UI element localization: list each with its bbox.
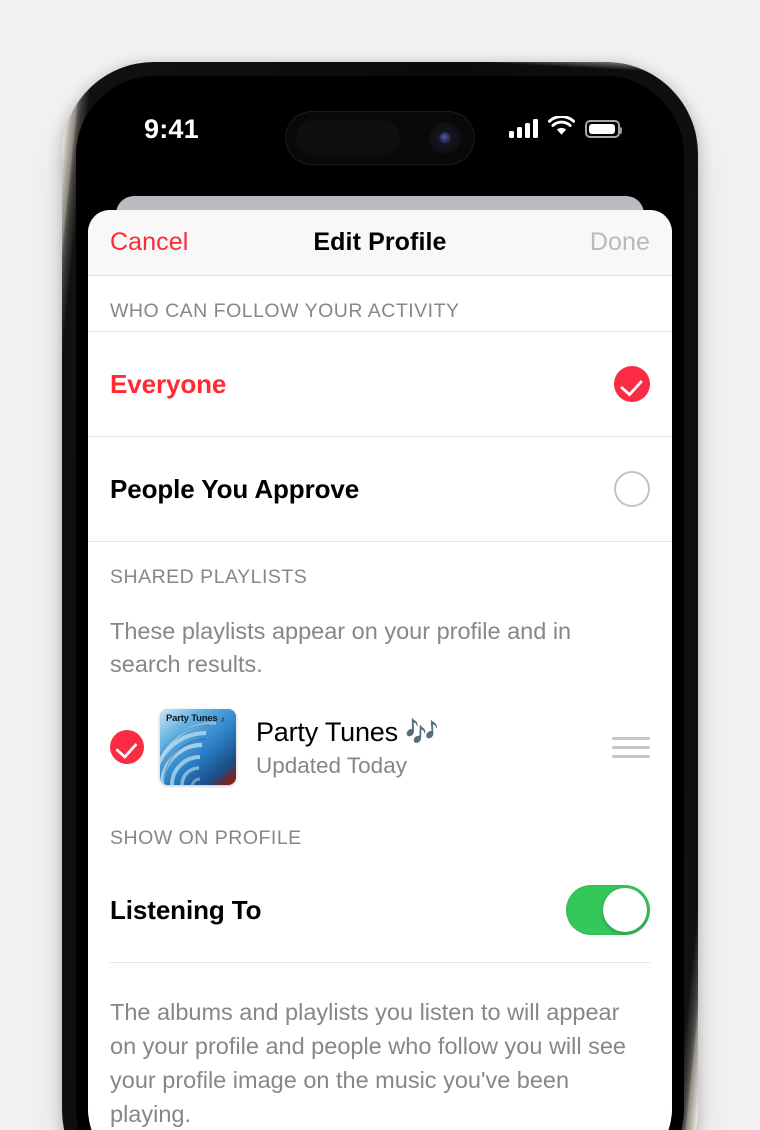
checkmark-icon-playlist-selected[interactable] [110,730,144,764]
device-screen: 9:41 Cancel Edit Profile Done WHO CAN FO… [88,88,672,1130]
radio-circle-icon-unselected[interactable] [614,471,650,507]
option-row-people-you-approve[interactable]: People You Approve [88,437,672,541]
status-bar-time: 9:41 [144,114,199,144]
option-row-everyone[interactable]: Everyone [88,332,672,436]
playlist-row[interactable]: Party Tunes ♪ Party Tunes 🎶 Updated Toda… [88,691,672,803]
dynamic-island [285,111,475,165]
option-label-people-you-approve: People You Approve [110,473,360,504]
toggle-knob [603,888,647,932]
section-header-follow-activity: WHO CAN FOLLOW YOUR ACTIVITY [110,300,460,322]
playlist-name: Party Tunes 🎶 [256,716,439,747]
wifi-icon [547,115,576,141]
listening-to-toggle[interactable] [566,885,650,935]
playlist-artwork-title: Party Tunes ♪ [166,713,225,724]
battery-icon [585,119,622,138]
edit-profile-sheet: Cancel Edit Profile Done WHO CAN FOLLOW … [88,210,672,1130]
screenshot-stage: 9:41 Cancel Edit Profile Done WHO CAN FO… [0,0,760,1130]
shared-playlists-description: These playlists appear on your profile a… [110,618,572,677]
cancel-button[interactable]: Cancel [110,228,188,257]
device-bezel: 9:41 Cancel Edit Profile Done WHO CAN FO… [76,76,684,1130]
reorder-handle-icon[interactable] [612,736,650,758]
done-button[interactable]: Done [590,228,650,257]
show-on-profile-footer: The albums and playlists you listen to w… [110,999,627,1127]
option-label-everyone: Everyone [110,368,227,399]
playlist-artwork: Party Tunes ♪ [160,709,236,785]
settings-list: WHO CAN FOLLOW YOUR ACTIVITY Everyone Pe… [88,276,672,1130]
checkmark-icon-selected[interactable] [614,366,650,402]
section-header-show-on-profile: SHOW ON PROFILE [110,827,302,849]
status-bar-indicators [509,115,622,141]
cellular-bars-icon [509,119,538,138]
row-listening-to[interactable]: Listening To [88,858,672,962]
label-listening-to: Listening To [110,894,262,925]
playlist-subtitle: Updated Today [256,752,407,778]
playlist-text-block: Party Tunes 🎶 Updated Today [256,716,602,779]
front-camera-icon [429,122,461,154]
navigation-bar: Cancel Edit Profile Done [88,210,672,276]
dynamic-island-pill [296,120,400,156]
music-note-icon: ♪ [220,713,225,724]
iphone-device-frame: 9:41 Cancel Edit Profile Done WHO CAN FO… [62,62,698,1130]
section-header-shared-playlists: SHARED PLAYLISTS [110,566,308,588]
